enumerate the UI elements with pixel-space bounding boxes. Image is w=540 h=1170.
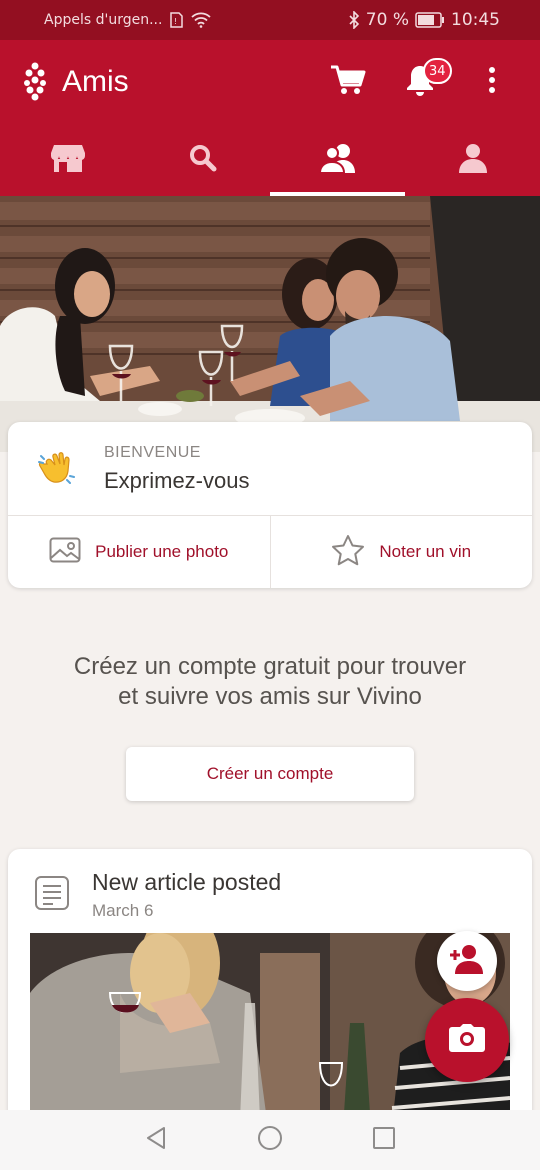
vivino-logo [22,60,48,104]
signup-prompt-line1: Créez un compte gratuit pour trouver [73,653,467,680]
friends-icon [318,143,357,177]
profile-icon [458,143,488,177]
welcome-card: BIENVENUE Exprimez-vous Publier une phot… [8,422,532,588]
welcome-header[interactable]: BIENVENUE Exprimez-vous [8,422,532,516]
tab-friends[interactable] [270,124,405,196]
signup-prompt: Créez un compte gratuit pour trouver et … [20,652,520,712]
recents-button[interactable] [368,1124,400,1156]
battery-text: 70 % [365,10,409,30]
rate-wine-button[interactable]: Noter un vin [269,516,533,588]
cart-button[interactable] [318,52,378,112]
camera-button[interactable] [425,998,509,1082]
camera-icon [448,1023,486,1057]
star-icon [331,534,365,571]
article-date: March 6 [92,901,154,920]
search-icon [189,144,217,176]
sim-icon: ! [170,12,184,28]
notification-badge: 34 [423,58,452,84]
article-icon [34,875,70,915]
welcome-label: BIENVENUE [104,443,201,461]
signup-prompt-line2: et suivre vos amis sur Vivino [118,683,422,710]
page-title: Amis [62,65,129,98]
tab-profile[interactable] [405,124,540,196]
status-bar: Appels d'urgen... ! 70 % 10:45 [0,0,540,40]
cart-icon [330,64,366,100]
tab-search[interactable] [135,124,270,196]
create-account-button[interactable]: Créer un compte [126,747,414,801]
welcome-title: Exprimez-vous [104,467,250,493]
bluetooth-icon [348,11,360,29]
post-photo-button[interactable]: Publier une photo [8,516,270,588]
rate-wine-label: Noter un vin [379,542,472,561]
recents-square-icon [372,1126,396,1154]
svg-text:!: ! [174,17,177,26]
home-button[interactable] [254,1124,286,1156]
tab-bar [0,124,540,196]
home-circle-icon [257,1125,283,1155]
post-photo-label: Publier une photo [95,542,229,561]
more-options-button[interactable] [462,52,522,112]
hero-image [0,196,540,452]
article-card[interactable]: New article posted March 6 [8,849,532,1139]
waving-hand-icon [36,449,76,489]
back-button[interactable] [140,1124,172,1156]
wifi-icon [191,12,212,28]
photo-icon [49,537,81,568]
app-bar: Amis 34 [0,40,540,124]
add-friend-icon [449,944,485,978]
clock-text: 10:45 [451,10,500,30]
system-nav-bar [0,1110,540,1170]
more-vert-icon [488,66,496,98]
tab-store[interactable] [0,124,135,196]
back-triangle-icon [145,1126,167,1154]
notifications-button[interactable]: 34 [390,52,452,112]
article-title: New article posted [92,869,282,895]
store-icon [50,143,85,177]
add-friend-button[interactable] [437,931,497,991]
battery-icon [415,12,445,28]
carrier-text: Appels d'urgen... [44,12,163,28]
